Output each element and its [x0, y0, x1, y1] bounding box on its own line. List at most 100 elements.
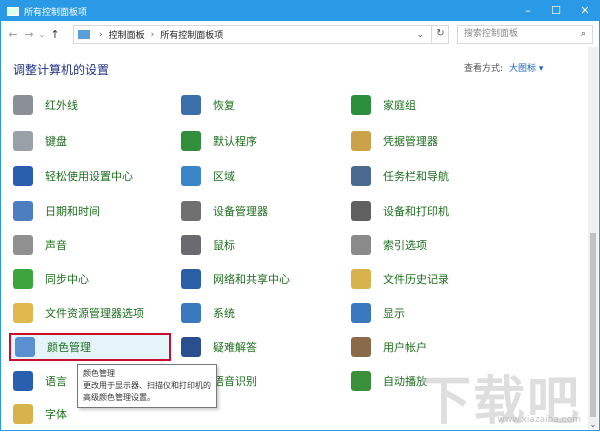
control-panel-item[interactable]: 凭据管理器: [347, 127, 509, 155]
item-label: 语音识别: [213, 375, 257, 388]
region-icon: [181, 166, 201, 186]
ease-of-access-icon: [13, 166, 33, 186]
control-panel-icon: [7, 6, 19, 16]
item-label: 区域: [213, 170, 235, 183]
item-label: 凭据管理器: [383, 135, 438, 148]
search-placeholder: 搜索控制面板: [464, 29, 519, 39]
control-panel-item[interactable]: 声音: [9, 231, 171, 259]
file-history-icon: [351, 269, 371, 289]
item-label: 文件资源管理器选项: [45, 307, 144, 320]
view-by: 查看方式: 大图标 ▾: [464, 61, 543, 74]
tooltip: 颜色管理 更改用于显示器、扫描仪和打印机的 高级颜色管理设置。: [77, 364, 217, 408]
close-button[interactable]: ✕: [570, 1, 600, 21]
maximize-button[interactable]: ☐: [541, 1, 571, 21]
title-bar: 所有控制面板项: [1, 1, 599, 21]
taskbar-icon: [351, 166, 371, 186]
minimize-button[interactable]: –: [513, 1, 543, 21]
control-panel-window: 所有控制面板项 – ☐ ✕ ← → ⌄ ↑ › 控制面板 › 所有控制面板项 ⌄…: [0, 0, 600, 432]
item-label: 声音: [45, 239, 67, 252]
item-label: 用户帐户: [383, 341, 427, 354]
item-label: 网络和共享中心: [213, 273, 290, 286]
control-panel-item[interactable]: 恢复: [177, 91, 339, 119]
item-label: 系统: [213, 307, 235, 320]
back-button[interactable]: ←: [5, 28, 21, 41]
sync-center-icon: [13, 269, 33, 289]
view-by-dropdown[interactable]: 大图标 ▾: [509, 64, 543, 74]
control-panel-item[interactable]: 区域: [177, 162, 339, 190]
control-panel-item[interactable]: 同步中心: [9, 265, 171, 293]
forward-button[interactable]: →: [21, 28, 37, 41]
control-panel-item[interactable]: 文件资源管理器选项: [9, 299, 171, 327]
search-icon[interactable]: ⌕: [581, 26, 586, 43]
infrared-icon: [13, 95, 33, 115]
control-panel-item[interactable]: 轻松使用设置中心: [9, 162, 171, 190]
tooltip-title: 颜色管理: [83, 369, 115, 378]
device-manager-icon: [181, 201, 201, 221]
control-panel-item[interactable]: 任务栏和导航: [347, 162, 509, 190]
control-panel-item[interactable]: 疑难解答: [177, 333, 339, 361]
control-panel-item[interactable]: 设备管理器: [177, 197, 339, 225]
search-input[interactable]: 搜索控制面板 ⌕: [457, 25, 593, 44]
item-label: 文件历史记录: [383, 273, 449, 286]
display-icon: [351, 303, 371, 323]
breadcrumb-separator: ›: [99, 29, 103, 40]
tooltip-text: 更改用于显示器、扫描仪和打印机的: [83, 381, 211, 390]
item-label: 设备管理器: [213, 205, 268, 218]
control-panel-item[interactable]: 默认程序: [177, 127, 339, 155]
sound-icon: [13, 235, 33, 255]
autoplay-icon: [351, 371, 371, 391]
vertical-scrollbar[interactable]: ⌄: [588, 47, 598, 429]
control-panel-item[interactable]: 设备和打印机: [347, 197, 509, 225]
item-label: 设备和打印机: [383, 205, 449, 218]
mouse-icon: [181, 235, 201, 255]
recovery-icon: [181, 95, 201, 115]
control-panel-item[interactable]: 红外线: [9, 91, 171, 119]
control-panel-item[interactable]: 索引选项: [347, 231, 509, 259]
scroll-down-arrow[interactable]: ⌄: [588, 420, 598, 429]
homegroup-icon: [351, 95, 371, 115]
default-programs-icon: [181, 131, 201, 151]
control-panel-item[interactable]: 系统: [177, 299, 339, 327]
recent-locations-button[interactable]: ⌄: [37, 30, 47, 39]
scrollbar-thumb[interactable]: [590, 233, 596, 417]
breadcrumb-separator: ›: [150, 29, 155, 40]
item-label: 默认程序: [213, 135, 257, 148]
language-icon: [13, 371, 33, 391]
address-dropdown-button[interactable]: ⌄: [416, 30, 424, 40]
item-label: 鼠标: [213, 239, 235, 252]
control-panel-item[interactable]: 用户帐户: [347, 333, 509, 361]
troubleshooting-icon: [181, 337, 201, 357]
system-icon: [181, 303, 201, 323]
item-label: 索引选项: [383, 239, 427, 252]
page-title: 调整计算机的设置: [13, 63, 110, 77]
control-panel-item[interactable]: 日期和时间: [9, 197, 171, 225]
watermark-url: www.xiazaiba.com: [497, 415, 581, 425]
item-label: 语言: [45, 375, 67, 388]
breadcrumb-all-items[interactable]: 所有控制面板项: [160, 28, 223, 41]
address-bar[interactable]: › 控制面板 › 所有控制面板项 ⌄: [73, 25, 449, 44]
item-label: 键盘: [45, 135, 67, 148]
control-panel-item[interactable]: 鼠标: [177, 231, 339, 259]
folder-options-icon: [13, 303, 33, 323]
control-panel-item[interactable]: 显示: [347, 299, 509, 327]
devices-printers-icon: [351, 201, 371, 221]
window-title: 所有控制面板项: [24, 7, 88, 18]
item-label: 颜色管理: [47, 341, 91, 354]
item-label: 显示: [383, 307, 405, 320]
item-label: 轻松使用设置中心: [45, 170, 133, 183]
item-label: 字体: [45, 408, 67, 421]
keyboard-icon: [13, 131, 33, 151]
tooltip-text: 高级颜色管理设置。: [83, 393, 155, 402]
item-label: 同步中心: [45, 273, 89, 286]
control-panel-item[interactable]: 键盘: [9, 127, 171, 155]
control-panel-item[interactable]: 颜色管理: [9, 333, 171, 361]
control-panel-item[interactable]: 网络和共享中心: [177, 265, 339, 293]
breadcrumb-control-panel[interactable]: 控制面板: [109, 28, 145, 41]
fonts-icon: [13, 404, 33, 424]
control-panel-item[interactable]: 文件历史记录: [347, 265, 509, 293]
refresh-button[interactable]: ↻: [431, 25, 449, 44]
control-panel-item[interactable]: 家庭组: [347, 91, 509, 119]
up-button[interactable]: ↑: [47, 28, 63, 41]
control-panel-icon: [78, 30, 90, 39]
item-label: 疑难解答: [213, 341, 257, 354]
